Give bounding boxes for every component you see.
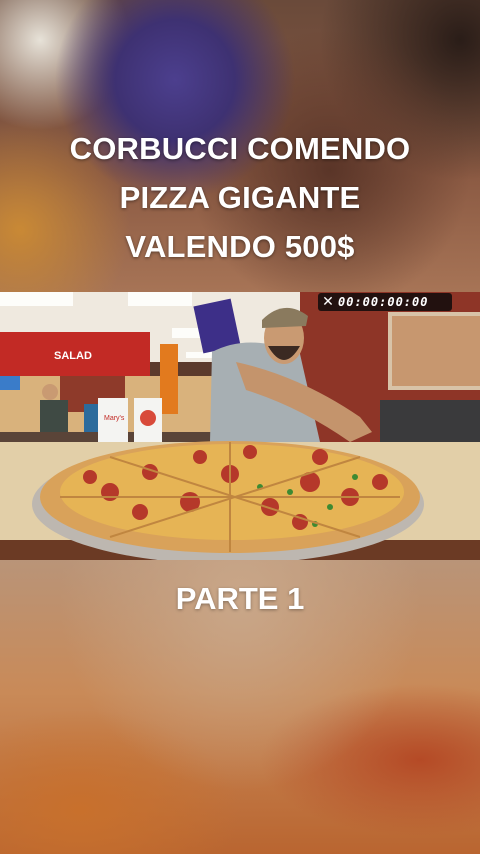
salad-sign: SALAD xyxy=(54,350,92,362)
video-timer-overlay[interactable]: ✕ 00:00:00:00 xyxy=(318,293,452,311)
ceiling-light xyxy=(186,352,216,358)
close-icon[interactable]: ✕ xyxy=(318,294,338,310)
ceiling-light xyxy=(128,292,192,306)
window-view xyxy=(392,316,480,386)
diner-head xyxy=(42,384,58,400)
headline-line-2: PIZZA GIGANTE xyxy=(119,180,361,215)
ceiling-light xyxy=(0,292,73,306)
orange-pillar xyxy=(160,344,178,414)
headline-line-1: CORBUCCI COMENDO xyxy=(69,131,411,166)
diner-person xyxy=(84,404,100,436)
timer-text: 00:00:00:00 xyxy=(338,295,429,309)
video-frame[interactable]: SALAD Mary's xyxy=(0,292,480,560)
booth-seat xyxy=(380,400,480,444)
part-caption: PARTE 1 xyxy=(175,581,305,616)
cup-logo xyxy=(140,410,156,426)
cup-label: Mary's xyxy=(104,415,125,422)
drink-cup xyxy=(98,398,128,446)
wall-sign xyxy=(0,376,20,390)
headline-line-3: VALENDO 500$ xyxy=(125,229,355,264)
video-scene: SALAD Mary's xyxy=(0,292,480,560)
